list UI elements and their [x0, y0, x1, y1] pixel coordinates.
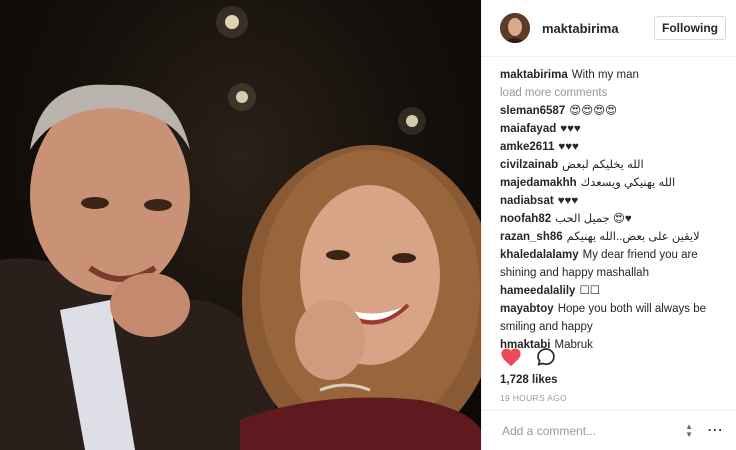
caption-username[interactable]: maktabirima	[500, 69, 568, 81]
comment-username[interactable]: khaledalalamy	[500, 249, 579, 261]
like-button-shape	[501, 348, 521, 367]
header-username[interactable]: maktabirima	[542, 21, 654, 36]
likes-count[interactable]: 1,728 likes	[500, 374, 558, 386]
heart-icon[interactable]	[500, 347, 522, 372]
comment-text: ♥♥♥	[557, 195, 579, 207]
comment-text: 😍😍😍😍	[569, 105, 618, 117]
comment-username[interactable]: amke2611	[500, 141, 554, 153]
comment-text: ♥♥♥	[560, 123, 581, 135]
more-options-icon[interactable]: ⋯	[707, 422, 723, 439]
comment-button-shape	[537, 348, 555, 366]
comment-item: mayabtoy Hope you both will always be smi…	[500, 300, 718, 336]
comment-username[interactable]: hameedalalily	[500, 285, 575, 297]
add-comment-bar: ▲▼ ⋯	[482, 410, 736, 450]
comment-text: ☐☐	[579, 285, 601, 297]
scroll-stepper-icon[interactable]: ▲ ▼	[685, 422, 693, 439]
add-comment-input[interactable]	[500, 422, 686, 439]
caption-text: With my man	[571, 69, 639, 81]
comment-username[interactable]: majedamakhh	[500, 177, 577, 189]
comment-item: sleman6587 😍😍😍😍	[500, 102, 718, 120]
comment-text: لايقين على بعض..الله يهنيكم	[566, 231, 700, 243]
comment-username[interactable]: noofah82	[500, 213, 551, 225]
following-button[interactable]: Following	[654, 16, 726, 40]
post-photo[interactable]	[0, 0, 481, 450]
comment-item: hameedalalily ☐☐	[500, 282, 718, 300]
comment-item: civilzainab الله يخليكم لبعض	[500, 156, 718, 174]
comment-username[interactable]: nadiabsat	[500, 195, 554, 207]
post-header: maktabirima Following	[482, 0, 736, 57]
comment-username[interactable]: mayabtoy	[500, 303, 554, 315]
comment-item: nadiabsat ♥♥♥	[500, 192, 718, 210]
load-more-comments-link[interactable]: load more comments	[500, 84, 718, 102]
avatar-image	[500, 13, 530, 43]
comment-text: جميل الحب 😍♥	[555, 213, 632, 225]
comment-username[interactable]: sleman6587	[500, 105, 565, 117]
comment-item: khaledalalamy My dear friend you are shin…	[500, 246, 718, 282]
comment-username[interactable]: civilzainab	[500, 159, 558, 171]
comment-text: Mabruk	[554, 339, 593, 351]
comment-username[interactable]: razan_sh86	[500, 231, 563, 243]
post-timestamp: 19 HOURS AGO	[500, 393, 567, 403]
comment-list: maktabirima With my man load more comment…	[482, 57, 736, 354]
comment-username[interactable]: maiafayad	[500, 123, 556, 135]
comment-item: maiafayad ♥♥♥	[500, 120, 718, 138]
comment-bubble-icon[interactable]	[536, 347, 556, 372]
comment-item: amke2611 ♥♥♥	[500, 138, 718, 156]
comment-item: majedamakhh الله يهنيكي ويسعدك	[500, 174, 718, 192]
caption: maktabirima With my man	[500, 66, 718, 84]
comment-text: ♥♥♥	[558, 141, 579, 153]
comment-text: الله يهنيكي ويسعدك	[580, 177, 676, 189]
avatar[interactable]	[500, 13, 530, 43]
photo-illustration	[0, 6, 481, 450]
comment-item: razan_sh86 لايقين على بعض..الله يهنيكم	[500, 228, 718, 246]
comment-text: الله يخليكم لبعض	[562, 159, 644, 171]
post-actions	[500, 347, 556, 372]
comment-item: noofah82 جميل الحب 😍♥	[500, 210, 718, 228]
post-side-panel: maktabirima Following maktabirima With my…	[481, 0, 736, 450]
